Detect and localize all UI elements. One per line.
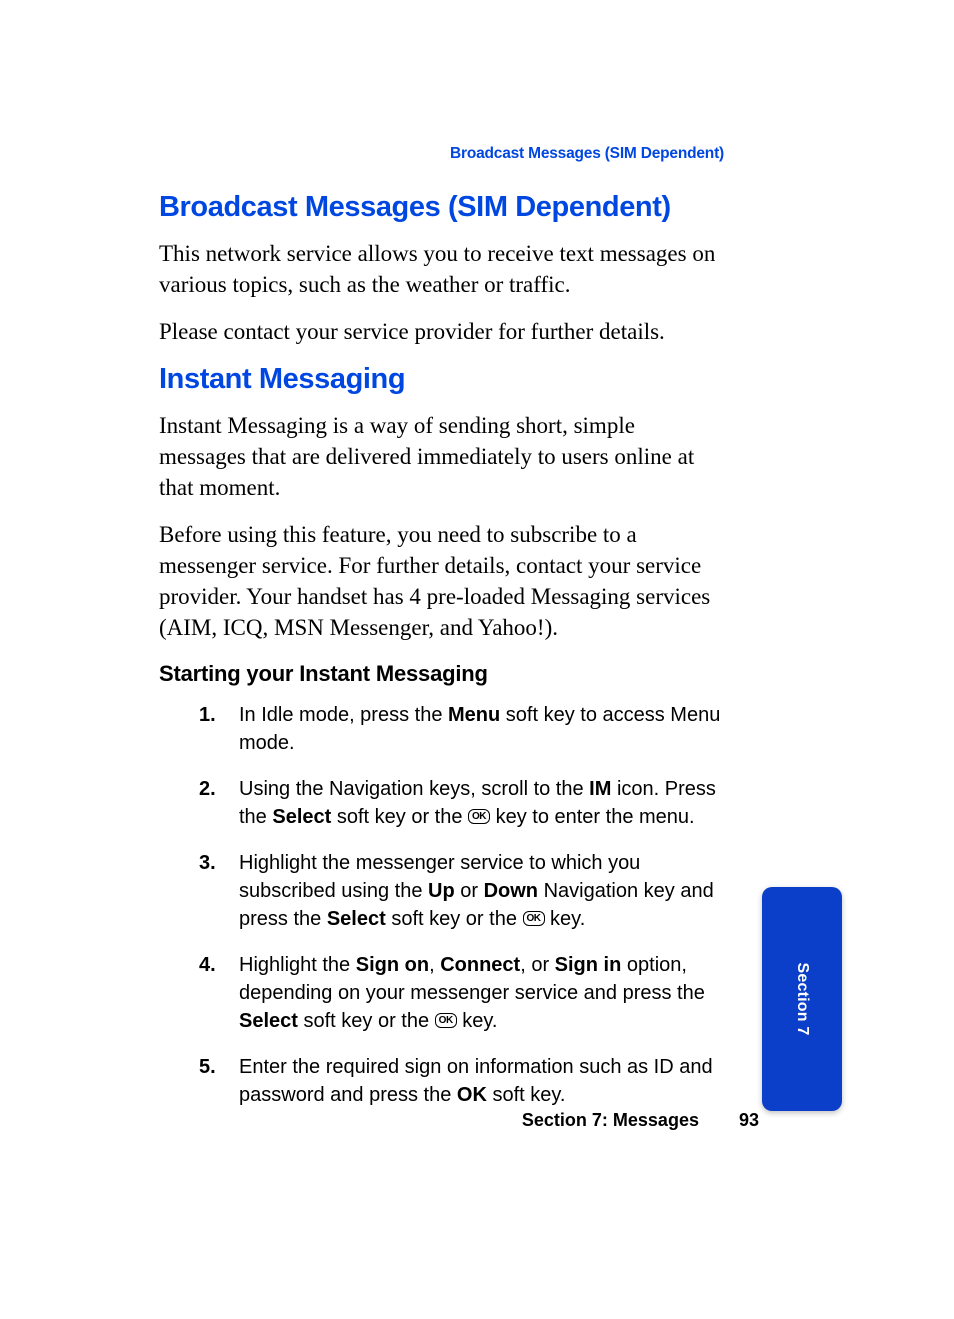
step-4: 4. Highlight the Sign on, Connect, or Si…: [159, 951, 724, 1035]
step-text: soft key or the: [386, 908, 523, 930]
bold: Select: [239, 1010, 298, 1032]
step-text: or: [455, 880, 484, 902]
page-content: Broadcast Messages (SIM Dependent) Broad…: [159, 145, 724, 1127]
step-text: key to enter the menu.: [490, 806, 695, 828]
bold: Menu: [448, 704, 500, 726]
bold: IM: [589, 778, 611, 800]
bold: Down: [484, 880, 538, 902]
step-3: 3. Highlight the messenger service to wh…: [159, 849, 724, 933]
im-paragraph-1: Instant Messaging is a way of sending sh…: [159, 410, 724, 503]
step-text: In Idle mode, press the: [239, 704, 448, 726]
heading-instant-messaging: Instant Messaging: [159, 363, 724, 396]
step-number: 2.: [199, 775, 216, 803]
ok-key-icon: OK: [523, 911, 545, 926]
steps-list: 1. In Idle mode, press the Menu soft key…: [159, 701, 724, 1109]
step-text: Highlight the: [239, 954, 356, 976]
step-text: soft key.: [487, 1084, 566, 1106]
step-number: 1.: [199, 701, 216, 729]
step-5: 5. Enter the required sign on informatio…: [159, 1053, 724, 1109]
step-text: , or: [520, 954, 554, 976]
bold: Select: [327, 908, 386, 930]
step-text: soft key or the: [298, 1010, 435, 1032]
step-1: 1. In Idle mode, press the Menu soft key…: [159, 701, 724, 757]
step-2: 2. Using the Navigation keys, scroll to …: [159, 775, 724, 831]
section-tab-label: Section 7: [793, 963, 811, 1036]
subheading-starting-im: Starting your Instant Messaging: [159, 661, 724, 687]
ok-key-icon: OK: [468, 809, 490, 824]
ok-key-icon: OK: [435, 1013, 457, 1028]
section-tab: Section 7: [762, 887, 842, 1111]
step-number: 4.: [199, 951, 216, 979]
bold: Select: [272, 806, 331, 828]
heading-broadcast: Broadcast Messages (SIM Dependent): [159, 191, 724, 224]
step-text: ,: [429, 954, 440, 976]
bold: OK: [457, 1084, 487, 1106]
footer-section-title: Section 7: Messages: [522, 1110, 699, 1130]
bold: Up: [428, 880, 455, 902]
step-text: key.: [457, 1010, 498, 1032]
step-number: 5.: [199, 1053, 216, 1081]
step-text: key.: [545, 908, 586, 930]
bold: Connect: [440, 954, 520, 976]
step-text: soft key or the: [331, 806, 468, 828]
broadcast-paragraph-2: Please contact your service provider for…: [159, 316, 724, 347]
page-footer: Section 7: Messages 93: [159, 1110, 759, 1131]
broadcast-paragraph-1: This network service allows you to recei…: [159, 238, 724, 300]
bold: Sign on: [356, 954, 429, 976]
step-text: Using the Navigation keys, scroll to the: [239, 778, 589, 800]
running-header: Broadcast Messages (SIM Dependent): [159, 145, 724, 163]
footer-page-number: 93: [739, 1110, 759, 1130]
bold: Sign in: [555, 954, 622, 976]
im-paragraph-2: Before using this feature, you need to s…: [159, 519, 724, 643]
step-number: 3.: [199, 849, 216, 877]
